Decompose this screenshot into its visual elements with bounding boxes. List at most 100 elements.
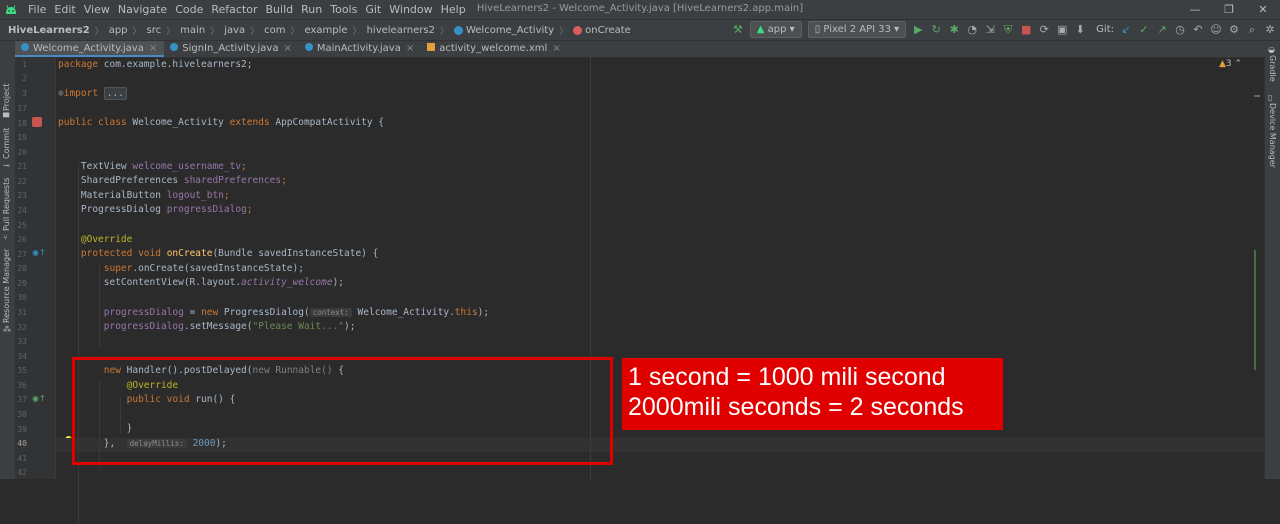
- git-update-icon[interactable]: ↙: [1120, 23, 1132, 36]
- menu-git[interactable]: Git: [361, 3, 385, 16]
- device-label: Pixel 2 API 33: [823, 24, 891, 35]
- tab-label: Welcome_Activity.java: [33, 43, 144, 54]
- restore-button[interactable]: ❐: [1212, 0, 1246, 19]
- settings-icon[interactable]: ⚙: [1228, 23, 1240, 36]
- run-config-select[interactable]: ▲ app ▾: [749, 21, 802, 38]
- debug-icon[interactable]: ✱: [948, 23, 960, 36]
- profile-icon[interactable]: ◔: [966, 23, 978, 36]
- line-number-gutter: 1 2 3 17 18 19 20 21 22 23 24 25 26 27 2…: [15, 57, 74, 479]
- close-tab-icon[interactable]: ×: [149, 43, 157, 54]
- history-icon[interactable]: ◷: [1174, 23, 1186, 36]
- minimize-button[interactable]: —: [1178, 0, 1212, 19]
- code-line-29: setContentView(R.layout.activity_welcome…: [103, 277, 345, 288]
- git-push-icon[interactable]: ↗: [1156, 23, 1168, 36]
- tab-signin-activity[interactable]: SignIn_Activity.java ×: [164, 41, 299, 57]
- scroll-marker[interactable]: [1254, 95, 1260, 97]
- navigation-bar: HiveLearners2 〉 app 〉 src 〉 main 〉 java 〉 com…: [0, 19, 1280, 41]
- crumb-method[interactable]: onCreate: [585, 25, 631, 36]
- editor-tabs: Welcome_Activity.java × SignIn_Activity.j…: [15, 41, 1265, 58]
- tab-welcome-activity[interactable]: Welcome_Activity.java ×: [15, 41, 165, 57]
- tab-activity-welcome-xml[interactable]: activity_welcome.xml ×: [421, 41, 568, 57]
- line-number: 37: [17, 395, 27, 404]
- java-class-icon: [170, 43, 179, 51]
- code-line-31: progressDialog = new ProgressDialog(cont…: [103, 307, 490, 318]
- close-button[interactable]: ✕: [1246, 0, 1280, 19]
- code-line-26: @Override: [80, 234, 133, 245]
- inspection-widget[interactable]: ▲3 ⌃: [1219, 59, 1242, 69]
- menu-code[interactable]: Code: [171, 3, 207, 16]
- gradle-tool-tab[interactable]: Gradle: [1268, 55, 1277, 82]
- method-icon: [573, 26, 583, 35]
- menu-help[interactable]: Help: [437, 3, 470, 16]
- close-tab-icon[interactable]: ×: [552, 43, 560, 54]
- menu-tools[interactable]: Tools: [326, 3, 361, 16]
- tab-label: activity_welcome.xml: [439, 43, 548, 54]
- crumb-example[interactable]: example: [305, 25, 348, 36]
- menu-window[interactable]: Window: [385, 3, 436, 16]
- indent-guide: [78, 162, 79, 524]
- crumb-project[interactable]: HiveLearners2: [8, 25, 90, 36]
- crumb-com[interactable]: com: [264, 25, 285, 36]
- sync-icon[interactable]: ⟳: [1038, 23, 1050, 36]
- line-number: 1: [22, 60, 27, 69]
- menu-view[interactable]: View: [80, 3, 114, 16]
- xml-file-icon: [427, 43, 436, 51]
- device-manager-tool-tab[interactable]: Device Manager: [1268, 103, 1277, 168]
- android-icon: ▲: [756, 24, 765, 35]
- device-mirror-icon[interactable]: ▣: [1056, 23, 1068, 36]
- crumb-app[interactable]: app: [109, 25, 128, 36]
- crumb-java[interactable]: java: [224, 25, 245, 36]
- line-number: 41: [17, 454, 27, 463]
- git-commit-icon[interactable]: ✓: [1138, 23, 1150, 36]
- menu-navigate[interactable]: Navigate: [114, 3, 171, 16]
- user-icon[interactable]: ☺: [1210, 23, 1222, 36]
- gear-icon[interactable]: ✲: [1264, 23, 1276, 36]
- annotation-callout: 1 second = 1000 mili second 2000mili sec…: [622, 358, 1003, 430]
- resource-manager-tool-tab[interactable]: Resource Manager: [2, 249, 11, 323]
- menu-refactor[interactable]: Refactor: [207, 3, 261, 16]
- run-icon[interactable]: ▶: [912, 23, 924, 36]
- hammer-icon[interactable]: ⚒: [732, 23, 744, 36]
- menu-edit[interactable]: Edit: [50, 3, 79, 16]
- code-line-23: MaterialButton logout_btn;: [80, 190, 230, 201]
- parameter-hint: context:: [309, 308, 352, 317]
- implement-method-icon[interactable]: ◉↑: [32, 394, 46, 403]
- stop-icon[interactable]: ■: [1020, 23, 1032, 36]
- crumb-src[interactable]: src: [147, 25, 162, 36]
- override-method-icon[interactable]: ◉↑: [32, 248, 46, 257]
- menu-file[interactable]: File: [24, 3, 50, 16]
- tab-main-activity[interactable]: MainActivity.java ×: [299, 41, 421, 57]
- close-tab-icon[interactable]: ×: [283, 43, 291, 54]
- line-number: 17: [17, 104, 27, 113]
- line-number: 23: [17, 191, 27, 200]
- apply-changes-icon[interactable]: ↻: [930, 23, 942, 36]
- project-tool-tab[interactable]: Project: [2, 84, 11, 111]
- code-line-21: TextView welcome_username_tv;: [80, 161, 247, 172]
- rollback-icon[interactable]: ↶: [1192, 23, 1204, 36]
- run-config-label: app: [767, 24, 787, 35]
- line-number: 38: [17, 410, 27, 419]
- line-number: 39: [17, 425, 27, 434]
- callout-line-1: 1 second = 1000 mili second: [628, 363, 946, 391]
- search-icon[interactable]: ⌕: [1246, 23, 1258, 36]
- line-number: 21: [17, 162, 27, 171]
- coverage-icon[interactable]: ⛨: [1002, 23, 1014, 36]
- device-manager-icon: ▯: [1268, 93, 1273, 102]
- import-fold[interactable]: ...: [103, 87, 127, 100]
- crumb-class[interactable]: Welcome_Activity: [466, 25, 554, 36]
- class-hierarchy-icon[interactable]: [32, 117, 42, 127]
- sdk-manager-icon[interactable]: ⬇: [1074, 23, 1086, 36]
- line-number: 25: [17, 221, 27, 230]
- menu-run[interactable]: Run: [297, 3, 326, 16]
- pull-requests-tool-tab[interactable]: Pull Requests: [2, 178, 11, 231]
- attach-debugger-icon[interactable]: ⇲: [984, 23, 996, 36]
- code-line-27: protected void onCreate(Bundle savedInst…: [80, 248, 379, 259]
- line-number: 35: [17, 366, 27, 375]
- device-select[interactable]: ▯ Pixel 2 API 33 ▾: [807, 21, 907, 38]
- commit-tool-tab[interactable]: Commit: [2, 128, 11, 159]
- crumb-package[interactable]: hivelearners2: [367, 25, 435, 36]
- menu-build[interactable]: Build: [262, 3, 298, 16]
- crumb-main[interactable]: main: [180, 25, 205, 36]
- line-number: 22: [17, 177, 27, 186]
- close-tab-icon[interactable]: ×: [406, 43, 414, 54]
